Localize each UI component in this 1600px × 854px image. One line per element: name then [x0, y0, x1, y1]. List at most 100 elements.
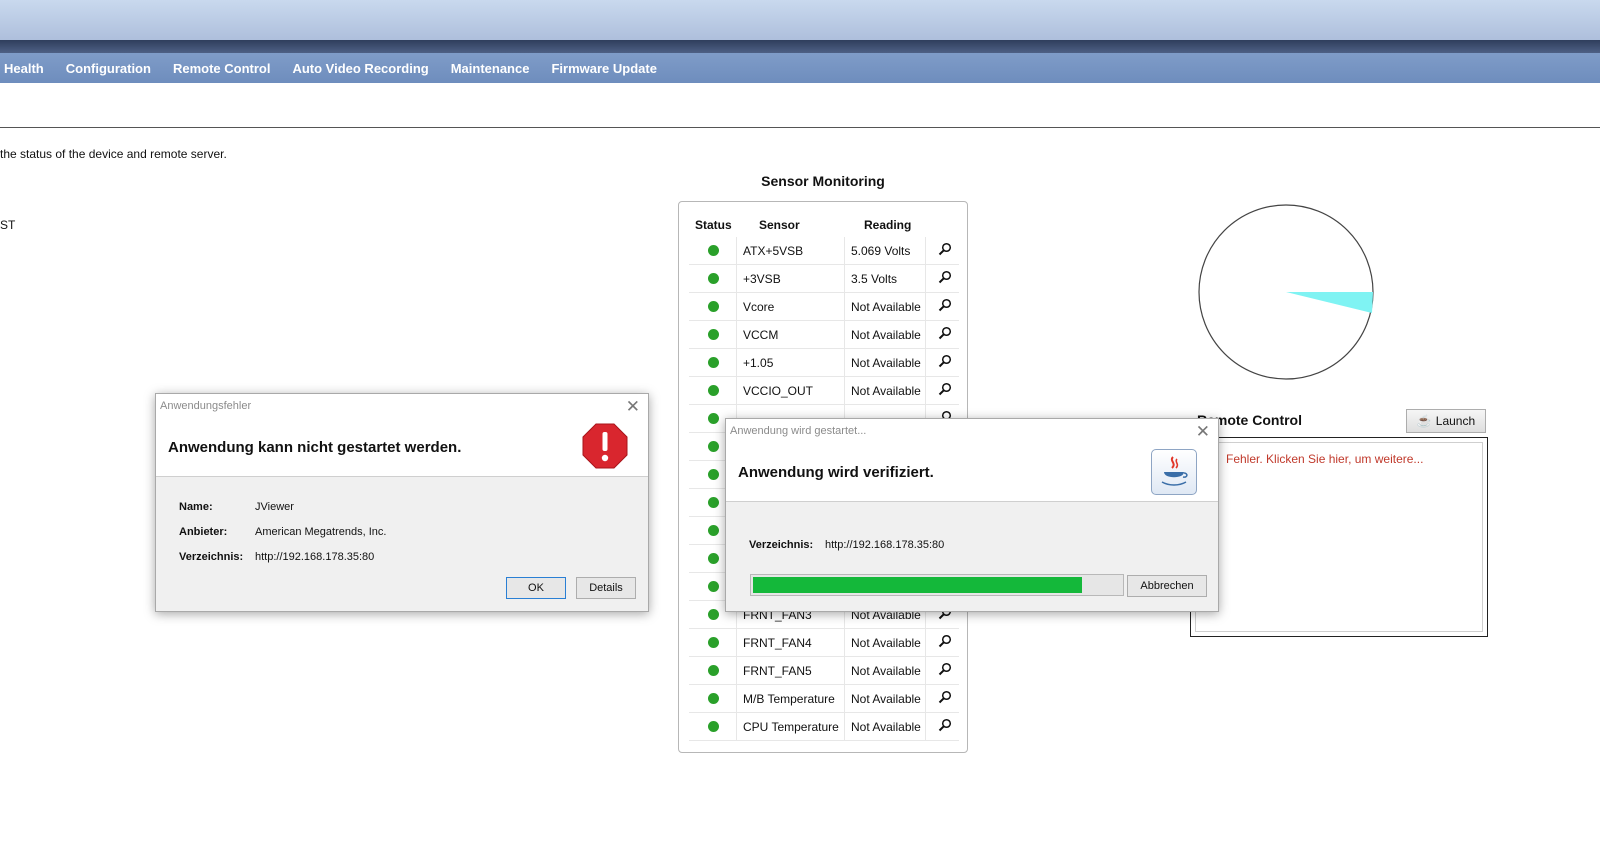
- name-label: Name:: [179, 501, 213, 513]
- java-icon: [1151, 449, 1197, 495]
- sensor-reading: Not Available: [851, 300, 921, 314]
- status-indicator: [708, 441, 719, 452]
- sensor-name: CPU Temperature: [743, 720, 839, 734]
- status-fragment: ST: [0, 218, 16, 232]
- status-indicator: [708, 609, 719, 620]
- table-row: Vcore Not Available: [689, 293, 959, 321]
- sensor-name: ATX+5VSB: [743, 244, 804, 258]
- table-row: ATX+5VSB 5.069 Volts: [689, 237, 959, 265]
- magnifier-icon[interactable]: [938, 298, 952, 312]
- nav-maintenance[interactable]: Maintenance: [440, 61, 541, 76]
- sensor-reading: Not Available: [851, 664, 921, 678]
- table-row: +3VSB 3.5 Volts: [689, 265, 959, 293]
- error-dialog-titlebar: Anwendungsfehler: [160, 400, 252, 412]
- launch-button[interactable]: ☕ Launch: [1406, 409, 1486, 433]
- progress-bar: [750, 574, 1124, 596]
- top-banner: [0, 0, 1600, 40]
- main-nav: Health Configuration Remote Control Auto…: [0, 53, 1600, 83]
- sensor-reading: Not Available: [851, 384, 921, 398]
- error-dialog: Anwendungsfehler ✕ Anwendung kann nicht …: [155, 393, 649, 612]
- nav-auto-video-recording[interactable]: Auto Video Recording: [281, 61, 439, 76]
- intro-text: the status of the device and remote serv…: [0, 147, 227, 161]
- status-indicator: [708, 581, 719, 592]
- table-row: M/B Temperature Not Available: [689, 685, 959, 713]
- sensor-reading: Not Available: [851, 692, 921, 706]
- status-indicator: [708, 637, 719, 648]
- divider: [0, 127, 1600, 128]
- sensor-table-header: Status Sensor Reading: [689, 218, 959, 236]
- magnifier-icon[interactable]: [938, 242, 952, 256]
- error-dialog-headline: Anwendung kann nicht gestartet werden.: [168, 439, 462, 456]
- sensor-pie-chart: [1198, 204, 1374, 380]
- sensor-reading: Not Available: [851, 636, 921, 650]
- status-indicator: [708, 665, 719, 676]
- table-row: VCCIO_OUT Not Available: [689, 377, 959, 405]
- nav-configuration[interactable]: Configuration: [55, 61, 162, 76]
- status-indicator: [708, 413, 719, 424]
- sensor-reading: Not Available: [851, 328, 921, 342]
- header-status: Status: [695, 218, 732, 232]
- sensor-reading: Not Available: [851, 356, 921, 370]
- remote-control-preview[interactable]: Fehler. Klicken Sie hier, um weitere...: [1195, 442, 1483, 632]
- name-value: JViewer: [255, 501, 294, 513]
- magnifier-icon[interactable]: [938, 690, 952, 704]
- directory-value: http://192.168.178.35:80: [255, 551, 375, 563]
- status-indicator: [708, 357, 719, 368]
- table-row: CPU Temperature Not Available: [689, 713, 959, 741]
- ok-button[interactable]: OK: [506, 577, 566, 599]
- status-indicator: [708, 301, 719, 312]
- remote-control-error-link[interactable]: Fehler. Klicken Sie hier, um weitere...: [1226, 452, 1423, 466]
- status-indicator: [708, 721, 719, 732]
- header-reading: Reading: [864, 218, 912, 232]
- close-icon[interactable]: ✕: [626, 397, 640, 417]
- magnifier-icon[interactable]: [938, 270, 952, 284]
- sensor-monitoring-title: Sensor Monitoring: [761, 173, 885, 189]
- sensor-name: FRNT_FAN4: [743, 636, 812, 650]
- sensor-name: VCCIO_OUT: [743, 384, 814, 398]
- sensor-name: +3VSB: [743, 272, 781, 286]
- nav-firmware-update[interactable]: Firmware Update: [540, 61, 667, 76]
- sensor-name: Vcore: [743, 300, 775, 314]
- magnifier-icon[interactable]: [938, 354, 952, 368]
- table-row: FRNT_FAN4 Not Available: [689, 629, 959, 657]
- java-icon: ☕: [1416, 414, 1432, 428]
- top-band: [0, 40, 1600, 53]
- verify-dialog: Anwendung wird gestartet... ✕ Anwendung …: [725, 418, 1219, 612]
- status-indicator: [708, 273, 719, 284]
- magnifier-icon[interactable]: [938, 718, 952, 732]
- table-row: FRNT_FAN5 Not Available: [689, 657, 959, 685]
- status-indicator: [708, 329, 719, 340]
- status-indicator: [708, 385, 719, 396]
- header-sensor: Sensor: [759, 218, 800, 232]
- nav-health[interactable]: Health: [0, 61, 55, 76]
- details-button[interactable]: Details: [576, 577, 636, 599]
- magnifier-icon[interactable]: [938, 382, 952, 396]
- directory-value: http://192.168.178.35:80: [825, 539, 945, 551]
- sensor-name: FRNT_FAN5: [743, 664, 812, 678]
- close-icon[interactable]: ✕: [1196, 422, 1210, 442]
- error-dialog-header: Anwendungsfehler ✕ Anwendung kann nicht …: [156, 394, 648, 477]
- vendor-label: Anbieter:: [179, 526, 228, 538]
- status-indicator: [708, 497, 719, 508]
- table-row: +1.05 Not Available: [689, 349, 959, 377]
- status-indicator: [708, 553, 719, 564]
- sensor-name: M/B Temperature: [743, 692, 835, 706]
- error-icon: [582, 423, 628, 469]
- directory-label: Verzeichnis:: [179, 551, 244, 563]
- status-indicator: [708, 525, 719, 536]
- magnifier-icon[interactable]: [938, 662, 952, 676]
- status-indicator: [708, 245, 719, 256]
- status-indicator: [708, 469, 719, 480]
- sensor-name: +1.05: [743, 356, 774, 370]
- verify-dialog-header: Anwendung wird gestartet... ✕ Anwendung …: [726, 419, 1218, 502]
- remote-control-frame: Fehler. Klicken Sie hier, um weitere...: [1190, 437, 1488, 637]
- verify-dialog-headline: Anwendung wird verifiziert.: [738, 464, 934, 481]
- nav-remote-control[interactable]: Remote Control: [162, 61, 282, 76]
- magnifier-icon[interactable]: [938, 326, 952, 340]
- magnifier-icon[interactable]: [938, 634, 952, 648]
- sensor-reading: 5.069 Volts: [851, 244, 911, 258]
- directory-label: Verzeichnis:: [749, 539, 814, 551]
- sensor-reading: Not Available: [851, 720, 921, 734]
- cancel-button[interactable]: Abbrechen: [1127, 575, 1207, 597]
- launch-button-label: Launch: [1435, 414, 1476, 428]
